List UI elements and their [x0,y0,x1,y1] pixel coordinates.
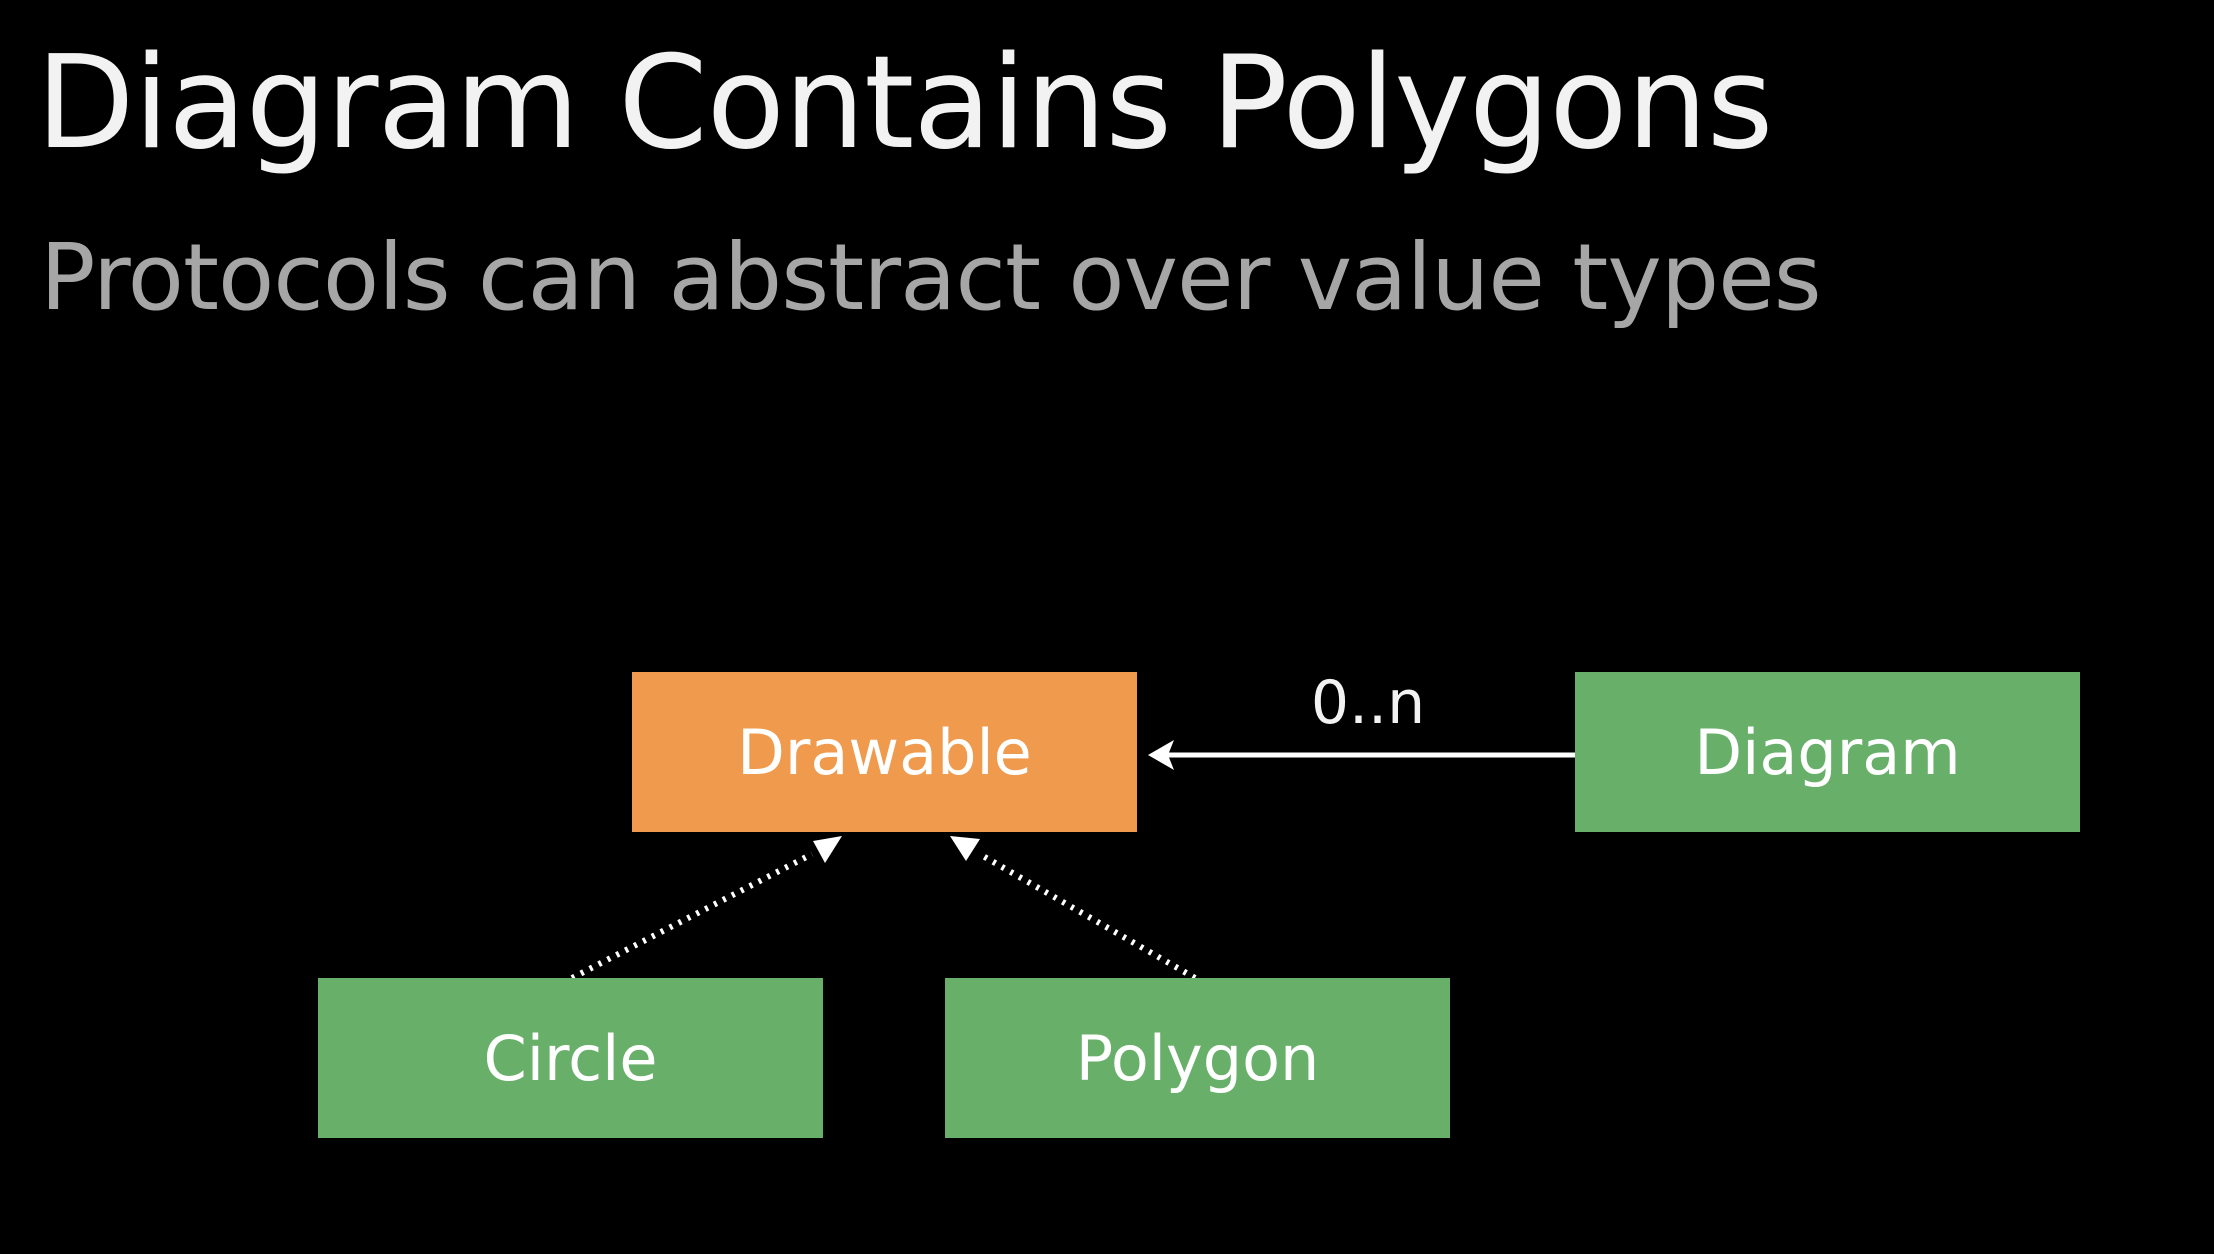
drawable-label: Drawable [737,715,1032,789]
polygon-node: Polygon [945,978,1450,1138]
circle-conformance-line [570,851,814,981]
diagram-node: Diagram [1575,672,2080,832]
polygon-conformance-line [981,853,1197,981]
multiplicity-label: 0..n [1310,668,1426,738]
diagram-label: Diagram [1694,715,1961,789]
circle-conformance-arrowhead [813,836,842,863]
association-arrow [1148,740,1575,770]
circle-conformance-arrow [570,836,842,981]
polygon-conformance-arrow [950,836,1197,981]
drawable-node: Drawable [632,672,1137,832]
circle-node: Circle [318,978,823,1138]
polygon-conformance-arrowhead [950,836,980,861]
polygon-label: Polygon [1075,1021,1320,1095]
circle-label: Circle [483,1021,658,1095]
